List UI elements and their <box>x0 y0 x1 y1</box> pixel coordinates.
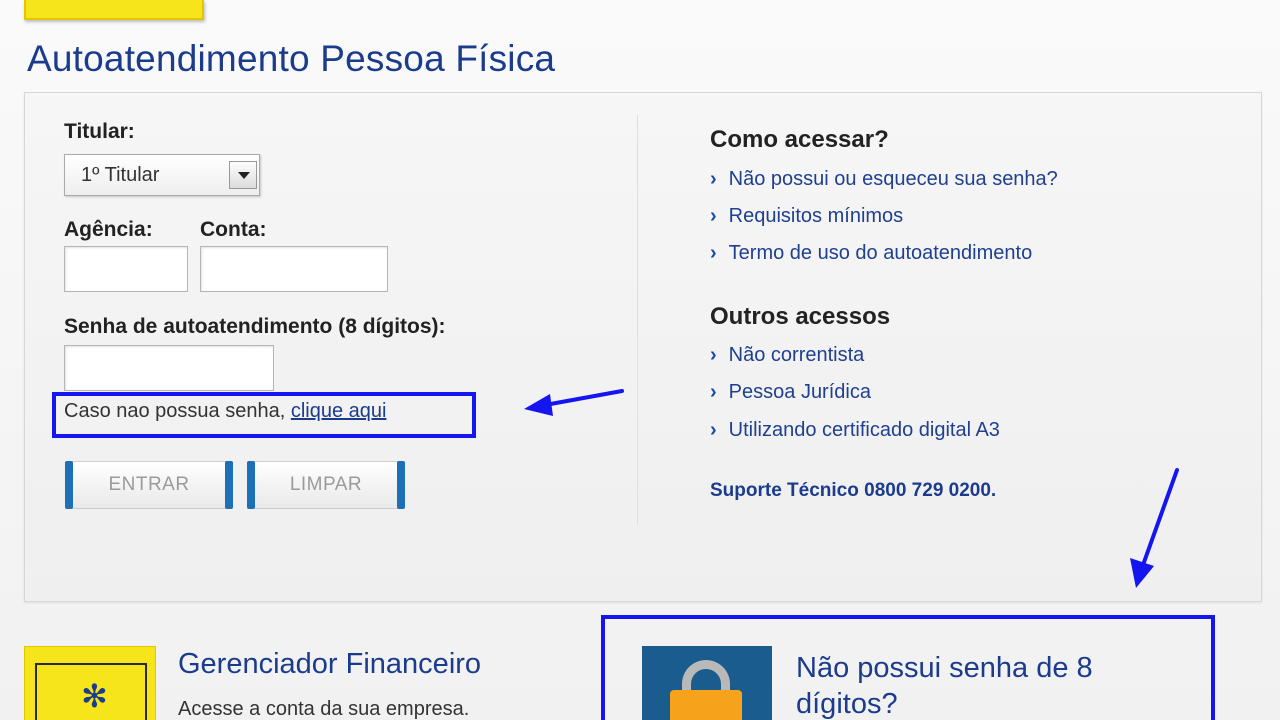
dropdown-arrow-icon[interactable] <box>229 161 257 189</box>
conta-label: Conta: <box>200 218 267 241</box>
link-nao-correntista-label: Não correntista <box>728 344 865 366</box>
support-phone: Suporte Técnico 0800 729 0200. <box>710 480 997 501</box>
titular-selected-value: 1º Titular <box>81 164 160 186</box>
como-acessar-heading: Como acessar? <box>710 126 889 153</box>
agencia-input[interactable] <box>64 246 188 292</box>
gerenciador-logo[interactable]: ✻ <box>24 646 156 720</box>
logo-frame: ✻ <box>35 663 147 720</box>
outros-acessos-heading: Outros acessos <box>710 303 891 330</box>
link-pessoa-juridica-label: Pessoa Jurídica <box>728 381 871 403</box>
padlock-icon[interactable] <box>642 646 772 720</box>
entrar-button[interactable]: ENTRAR <box>65 461 233 509</box>
link-termo-uso[interactable]: › Termo de uso do autoatendimento <box>710 242 1032 265</box>
hint-text: Caso nao possua senha, <box>64 400 291 422</box>
chevron-right-icon: › <box>710 419 717 441</box>
chevron-right-icon: › <box>710 344 717 366</box>
chevron-right-icon: › <box>710 381 717 403</box>
senha-input[interactable] <box>64 345 274 391</box>
limpar-button[interactable]: LIMPAR <box>247 461 405 509</box>
sem-senha-title[interactable]: Não possui senha de 8 dígitos? <box>796 650 1196 720</box>
brand-logo-strip <box>24 0 204 20</box>
link-termo-uso-label: Termo de uso do autoatendimento <box>728 242 1033 264</box>
link-pessoa-juridica[interactable]: › Pessoa Jurídica <box>710 381 871 404</box>
link-esqueceu-senha[interactable]: › Não possui ou esqueceu sua senha? <box>710 168 1058 191</box>
clique-aqui-link[interactable]: clique aqui <box>291 400 387 422</box>
gerenciador-subtitle: Acesse a conta da sua empresa. <box>178 698 470 720</box>
panel-divider <box>637 115 638 525</box>
gerenciador-title[interactable]: Gerenciador Financeiro <box>178 648 481 681</box>
agencia-label: Agência: <box>64 218 153 241</box>
chevron-right-icon: › <box>710 168 717 190</box>
link-certificado-a3-label: Utilizando certificado digital A3 <box>728 419 1000 441</box>
titular-select[interactable]: 1º Titular <box>64 154 260 196</box>
conta-input[interactable] <box>200 246 388 292</box>
page-title: Autoatendimento Pessoa Física <box>27 38 556 79</box>
link-certificado-a3[interactable]: › Utilizando certificado digital A3 <box>710 419 1000 442</box>
bb-logo-icon: ✻ <box>81 678 108 714</box>
link-requisitos[interactable]: › Requisitos mínimos <box>710 205 903 228</box>
link-esqueceu-senha-label: Não possui ou esqueceu sua senha? <box>728 168 1058 190</box>
link-nao-correntista[interactable]: › Não correntista <box>710 344 864 367</box>
chevron-right-icon: › <box>710 205 717 227</box>
chevron-right-icon: › <box>710 242 717 264</box>
no-password-hint: Caso nao possua senha, clique aqui <box>64 400 386 423</box>
padlock-body <box>670 690 742 720</box>
senha-label: Senha de autoatendimento (8 dígitos): <box>64 315 446 338</box>
titular-label: Titular: <box>64 120 135 143</box>
link-requisitos-label: Requisitos mínimos <box>728 205 904 227</box>
